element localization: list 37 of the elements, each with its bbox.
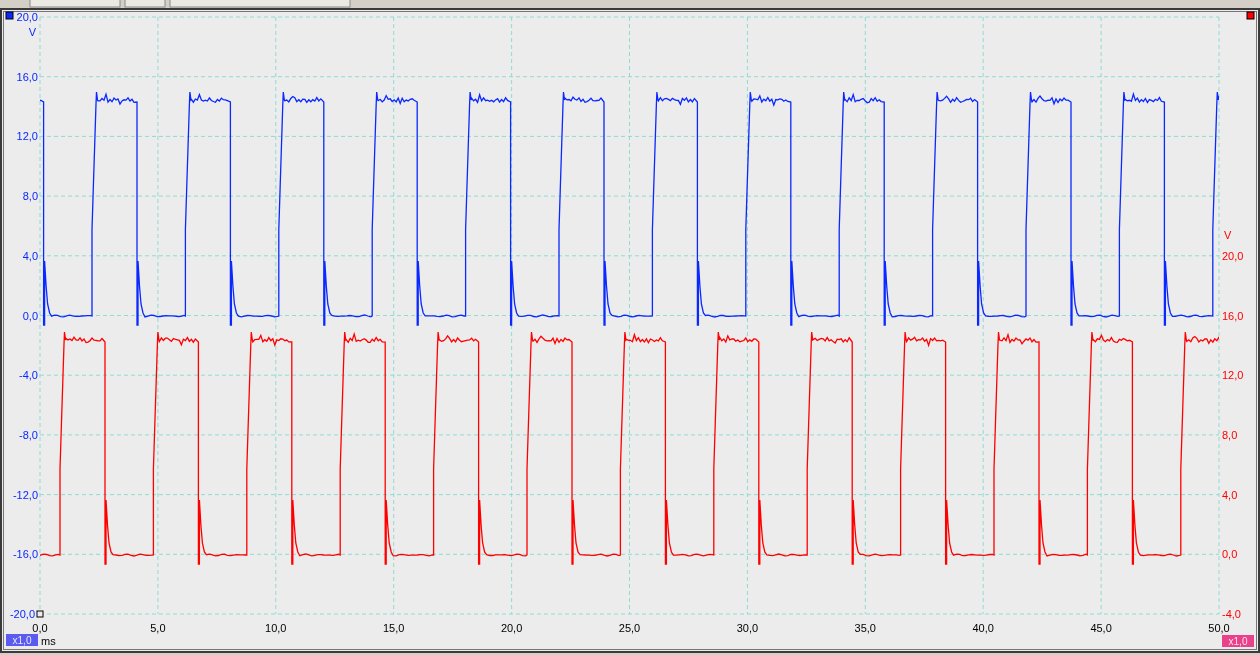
axis-tick-label: 5,0 [150, 622, 166, 634]
axis-tick-label: 30,0 [736, 622, 759, 634]
channel-marker-icon[interactable] [1246, 11, 1255, 20]
axis-tick-label: -12,0 [12, 488, 38, 501]
axis-tick-label: 35,0 [854, 622, 876, 634]
axis-tick-label: 16,0 [16, 70, 38, 83]
axis-tick-label: 0,0 [32, 622, 48, 634]
axis-tick-label: 4,0 [22, 249, 38, 262]
channel-scale-badge[interactable]: x1,0 [1222, 635, 1254, 647]
axis-tick-label: 20,0 [16, 11, 38, 23]
axis-tick-label: -4,0 [19, 369, 38, 382]
axis-tick-label: 4,0 [1222, 488, 1238, 501]
axis-tick-label: 10,0 [265, 622, 287, 634]
axis-tick-label: 50,0 [1208, 622, 1230, 634]
axis-tick-label: 20,0 [1222, 249, 1244, 262]
time-unit: ms [41, 635, 56, 647]
axis-tick-label: -8,0 [19, 428, 38, 441]
axis-tick-label: 16,0 [1222, 309, 1244, 322]
axis-tick-label: -4,0 [1222, 608, 1241, 620]
axis-tick-label: 40,0 [972, 622, 994, 634]
axis-tick-label: 25,0 [618, 622, 641, 634]
axis-tick-label: 12,0 [16, 130, 38, 143]
axis-tick-label: 8,0 [1222, 428, 1238, 441]
channel-marker-icon[interactable] [5, 11, 14, 20]
axis-tick-label: 0,0 [22, 309, 38, 322]
axis-tick-label: 12,0 [1222, 369, 1244, 382]
axis-tick-label: 8,0 [22, 190, 38, 203]
trigger-marker-icon[interactable] [36, 610, 44, 618]
axis-unit: V [28, 26, 36, 38]
axis-tick-label: 20,0 [500, 622, 523, 634]
axis-tick-label: 0,0 [1222, 548, 1238, 561]
axis-tick-label: 45,0 [1090, 622, 1112, 634]
axis-tick-label: -20,0 [9, 608, 35, 620]
axis-unit: V [1224, 228, 1232, 241]
channel-scale-badge[interactable]: x1,0 [6, 634, 38, 646]
axis-tick-label: 15,0 [383, 622, 405, 634]
axis-tick-label: -16,0 [12, 548, 38, 561]
